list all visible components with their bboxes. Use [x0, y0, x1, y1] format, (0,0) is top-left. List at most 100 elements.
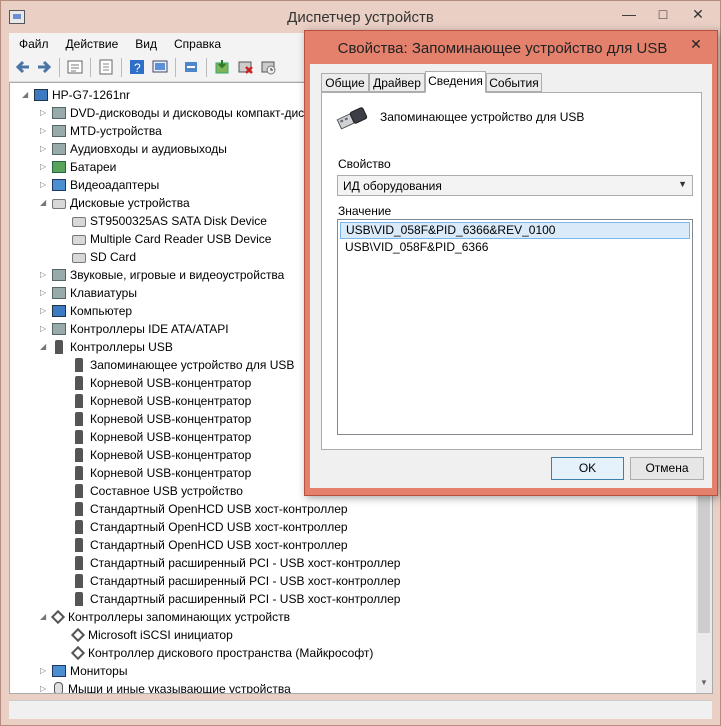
- tree-category[interactable]: ▷ Звуковые, игровые и видеоустройства: [40, 266, 284, 284]
- tree-category[interactable]: ▷ Батареи: [40, 158, 116, 176]
- expand-arrow[interactable]: ▷: [40, 266, 50, 284]
- menu-file[interactable]: Файл: [9, 33, 56, 51]
- battery-icon: [52, 161, 66, 173]
- tree-device[interactable]: Стандартный расширенный PCI - USB хост-к…: [60, 554, 400, 572]
- audio-io-icon: [52, 143, 66, 155]
- minimize-button[interactable]: —: [614, 3, 644, 25]
- value-item-selected[interactable]: USB\VID_058F&PID_6366&REV_0100: [340, 222, 690, 239]
- expand-arrow[interactable]: ▷: [40, 302, 50, 320]
- expand-arrow[interactable]: ▷: [40, 680, 50, 693]
- expand-arrow[interactable]: ▷: [40, 122, 50, 140]
- usb-icon: [55, 340, 63, 354]
- ok-button[interactable]: OK: [551, 457, 624, 480]
- expand-arrow[interactable]: ◢: [40, 194, 50, 212]
- tree-device[interactable]: Multiple Card Reader USB Device: [60, 230, 271, 248]
- disable-icon[interactable]: [260, 59, 276, 75]
- scan-changes-icon[interactable]: [214, 59, 230, 75]
- close-button[interactable]: ✕: [681, 3, 715, 25]
- tree-device[interactable]: SD Card: [60, 248, 136, 266]
- tree-device[interactable]: Составное USB устройство: [60, 482, 243, 500]
- svg-text:?: ?: [134, 61, 141, 75]
- help-icon[interactable]: ?: [129, 59, 145, 75]
- display-adapter-icon: [52, 179, 66, 191]
- title-bar[interactable]: Диспетчер устройств — □ ✕: [1, 1, 720, 33]
- usb-icon: [75, 574, 83, 588]
- device-name: Запоминающее устройство для USB: [380, 110, 585, 124]
- tree-device[interactable]: Стандартный OpenHCD USB хост-контроллер: [60, 518, 348, 536]
- dialog-close-button[interactable]: ✕: [681, 33, 711, 55]
- cancel-button[interactable]: Отмена: [630, 457, 704, 480]
- tree-category[interactable]: ◢ Контроллеры USB: [40, 338, 173, 356]
- tree-root-label: HP-G7-1261nr: [52, 88, 131, 102]
- scroll-down-arrow-icon[interactable]: ▼: [696, 675, 712, 691]
- menu-action[interactable]: Действие: [56, 33, 126, 51]
- tree-category[interactable]: ▷ DVD-дисководы и дисководы компакт-диско…: [40, 104, 323, 122]
- usb-icon: [75, 394, 83, 408]
- tree-device[interactable]: Стандартный OpenHCD USB хост-контроллер: [60, 536, 348, 554]
- tree-label: Microsoft iSCSI инициатор: [88, 628, 233, 642]
- update-driver-icon[interactable]: [183, 59, 199, 75]
- tree-device[interactable]: Корневой USB-концентратор: [60, 410, 251, 428]
- properties-icon[interactable]: [67, 59, 83, 75]
- chevron-down-icon[interactable]: ▼: [678, 179, 687, 189]
- tree-device[interactable]: Контроллер дискового пространства (Майкр…: [60, 644, 373, 662]
- tree-category[interactable]: ▷ Мыши и иные указывающие устройства: [40, 680, 291, 693]
- tree-device[interactable]: Корневой USB-концентратор: [60, 428, 251, 446]
- menu-view[interactable]: Вид: [125, 33, 164, 51]
- expand-arrow[interactable]: ▷: [40, 140, 50, 158]
- value-label: Значение: [338, 204, 392, 218]
- tree-device[interactable]: Стандартный расширенный PCI - USB хост-к…: [60, 590, 400, 608]
- tab-details[interactable]: Сведения: [425, 71, 486, 93]
- expand-arrow[interactable]: ▷: [40, 320, 50, 338]
- tree-category[interactable]: ▷ Видеоадаптеры: [40, 176, 159, 194]
- expand-arrow[interactable]: ▷: [40, 158, 50, 176]
- tree-category[interactable]: ▷ Компьютер: [40, 302, 132, 320]
- tree-category[interactable]: ◢ Контроллеры запоминающих устройств: [40, 608, 290, 626]
- expand-arrow[interactable]: ▷: [40, 104, 50, 122]
- tree-device[interactable]: ST9500325AS SATA Disk Device: [60, 212, 267, 230]
- value-item[interactable]: USB\VID_058F&PID_6366: [340, 239, 690, 256]
- tree-label: Аудиовходы и аудиовыходы: [70, 142, 227, 156]
- tab-driver[interactable]: Драйвер: [369, 73, 425, 92]
- maximize-button[interactable]: □: [648, 3, 678, 25]
- tree-category[interactable]: ▷ Клавиатуры: [40, 284, 137, 302]
- tree-device[interactable]: Корневой USB-концентратор: [60, 446, 251, 464]
- tree-device[interactable]: Корневой USB-концентратор: [60, 464, 251, 482]
- tree-root[interactable]: ◢ HP-G7-1261nr: [22, 86, 130, 104]
- tree-label: Стандартный OpenHCD USB хост-контроллер: [90, 538, 348, 552]
- value-list[interactable]: USB\VID_058F&PID_6366&REV_0100 USB\VID_0…: [337, 219, 693, 435]
- forward-icon[interactable]: [36, 59, 52, 75]
- tree-category[interactable]: ◢ Дисковые устройства: [40, 194, 190, 212]
- toolbar-separator: [206, 58, 207, 77]
- tree-category[interactable]: ▷ MTD-устройства: [40, 122, 162, 140]
- mouse-icon: [54, 682, 63, 693]
- back-icon[interactable]: [15, 59, 31, 75]
- tree-label: MTD-устройства: [70, 124, 162, 138]
- tree-category[interactable]: ▷ Мониторы: [40, 662, 127, 680]
- expand-arrow[interactable]: ▷: [40, 176, 50, 194]
- scan-hardware-icon[interactable]: [152, 59, 168, 75]
- expand-arrow[interactable]: ▷: [40, 284, 50, 302]
- expand-arrow[interactable]: ◢: [40, 338, 50, 356]
- expand-arrow[interactable]: ◢: [40, 608, 50, 626]
- tree-category[interactable]: ▷ Аудиовходы и аудиовыходы: [40, 140, 227, 158]
- tab-general[interactable]: Общие: [321, 73, 369, 92]
- tree-device[interactable]: Корневой USB-концентратор: [60, 392, 251, 410]
- tab-events[interactable]: События: [486, 73, 542, 92]
- tree-label: Корневой USB-концентратор: [90, 448, 252, 462]
- tree-category[interactable]: ▷ Контроллеры IDE ATA/ATAPI: [40, 320, 229, 338]
- tree-device[interactable]: Microsoft iSCSI инициатор: [60, 626, 233, 644]
- tree-label: Стандартный OpenHCD USB хост-контроллер: [90, 502, 348, 516]
- tree-device[interactable]: Стандартный расширенный PCI - USB хост-к…: [60, 572, 400, 590]
- tree-device[interactable]: Стандартный OpenHCD USB хост-контроллер: [60, 500, 348, 518]
- property-select[interactable]: ИД оборудования ▼: [337, 175, 693, 196]
- uninstall-icon[interactable]: [237, 59, 253, 75]
- collapse-arrow[interactable]: ◢: [22, 86, 32, 104]
- expand-arrow[interactable]: ▷: [40, 662, 50, 680]
- tree-label: Контроллеры USB: [70, 340, 173, 354]
- menu-help[interactable]: Справка: [164, 33, 228, 51]
- tree-label: Стандартный расширенный PCI - USB хост-к…: [90, 592, 401, 606]
- tree-device[interactable]: Запоминающее устройство для USB: [60, 356, 294, 374]
- tree-device[interactable]: Корневой USB-концентратор: [60, 374, 251, 392]
- update-icon[interactable]: [98, 59, 114, 75]
